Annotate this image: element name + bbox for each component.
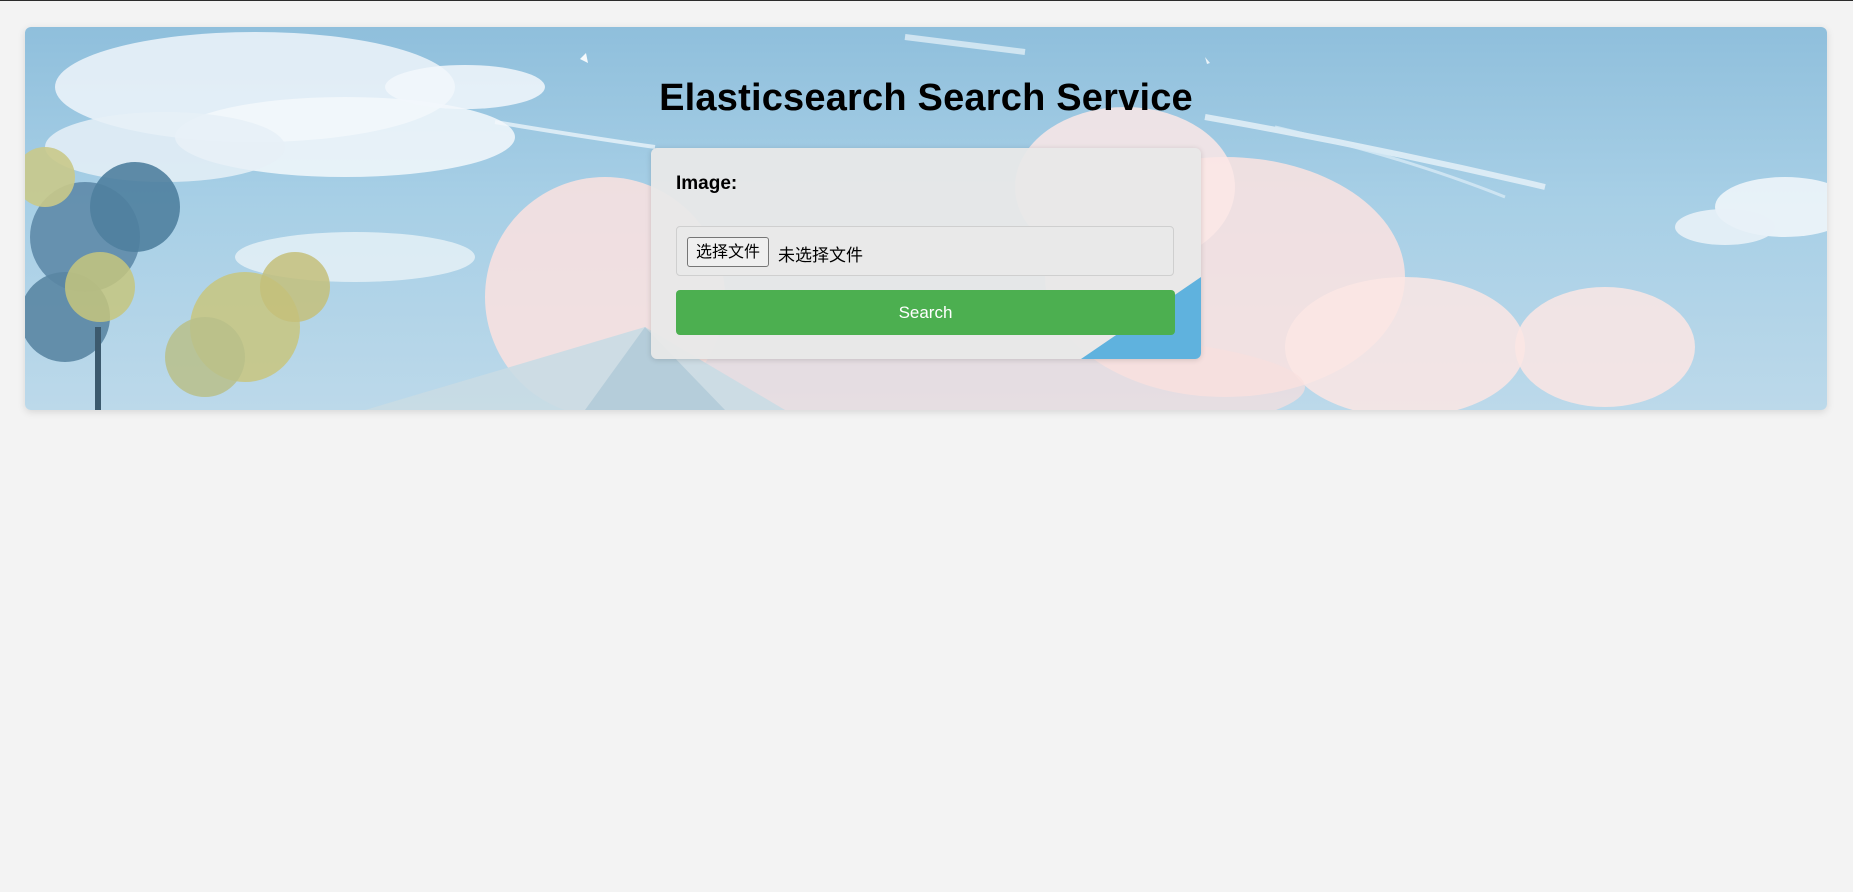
window-top-border xyxy=(0,0,1853,1)
file-status-text: 未选择文件 xyxy=(778,246,863,266)
hero-banner: Elasticsearch Search Service Image: 选择文件… xyxy=(25,27,1827,410)
search-form: Image: 选择文件 未选择文件 Search xyxy=(651,148,1201,359)
choose-file-button[interactable]: 选择文件 xyxy=(687,237,770,267)
image-file-input[interactable]: 选择文件 未选择文件 xyxy=(676,226,1174,276)
page-title: Elasticsearch Search Service xyxy=(659,77,1193,119)
search-button[interactable]: Search xyxy=(676,290,1175,335)
image-label: Image: xyxy=(676,173,738,194)
